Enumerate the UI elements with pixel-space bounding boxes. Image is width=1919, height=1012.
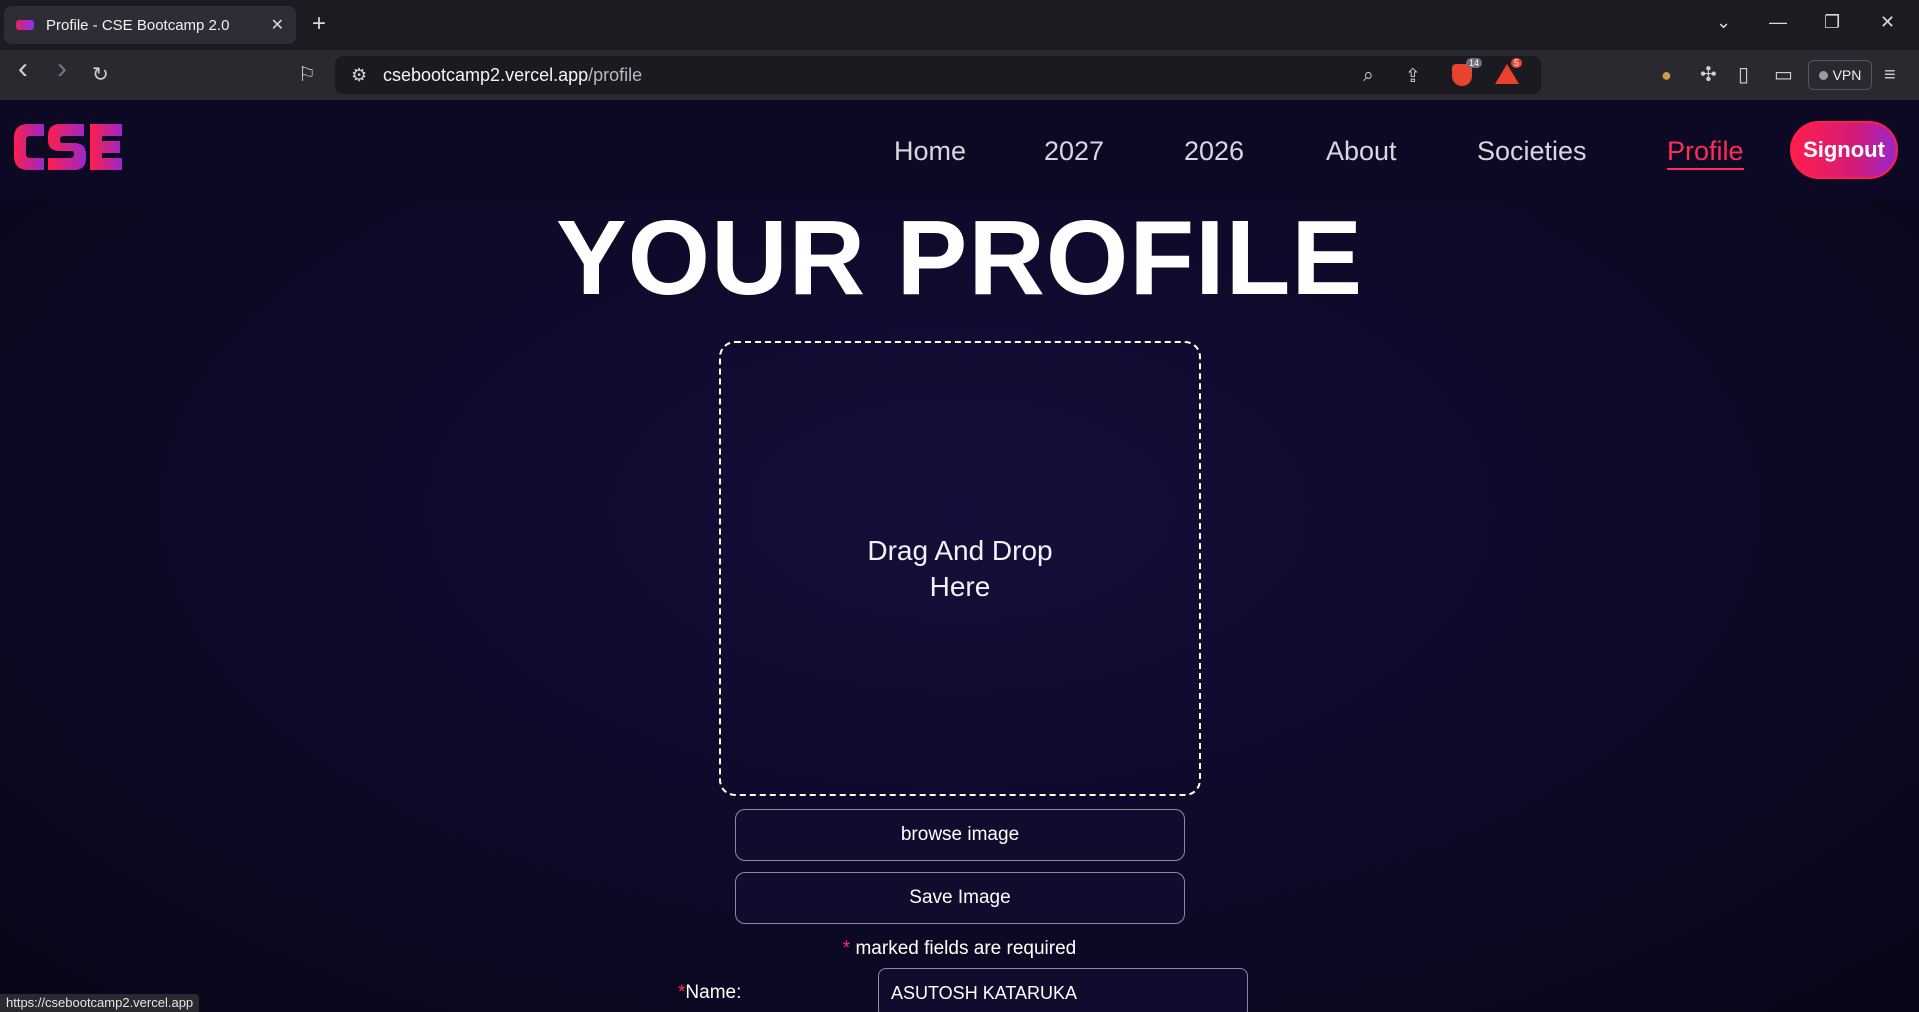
- tab-close-icon[interactable]: ✕: [271, 15, 284, 35]
- bookmark-icon[interactable]: ⚐: [298, 64, 316, 86]
- tab-list-icon[interactable]: ⌄: [1716, 12, 1731, 33]
- brave-alert-icon[interactable]: 5: [1495, 58, 1523, 84]
- brave-shield-icon[interactable]: 14: [1452, 58, 1482, 86]
- rewards-icon[interactable]: ●: [1661, 64, 1672, 86]
- save-image-button[interactable]: Save Image: [735, 872, 1185, 924]
- page-content: Home 2027 2026 About Societies Profile S…: [0, 100, 1919, 1012]
- nav-profile[interactable]: Profile: [1667, 136, 1744, 170]
- url-path: /profile: [588, 65, 643, 85]
- image-dropzone[interactable]: Drag And Drop Here: [719, 341, 1201, 796]
- nav-2027[interactable]: 2027: [1044, 136, 1104, 167]
- restore-icon[interactable]: ❐: [1824, 12, 1840, 33]
- window-close-icon[interactable]: ✕: [1880, 12, 1895, 33]
- site-navbar: Home 2027 2026 About Societies Profile S…: [0, 100, 1919, 200]
- dropzone-text: Drag And Drop Here: [867, 534, 1053, 602]
- name-field[interactable]: ASUTOSH KATARUKA: [878, 968, 1248, 1012]
- vpn-label: VPN: [1832, 67, 1862, 83]
- nav-home[interactable]: Home: [894, 136, 966, 167]
- shield-count-badge: 14: [1465, 58, 1482, 68]
- new-tab-button[interactable]: +: [312, 10, 326, 38]
- site-info-icon[interactable]: ⚙: [351, 65, 367, 86]
- back-icon[interactable]: ‹: [18, 54, 28, 84]
- menu-icon[interactable]: ≡: [1884, 64, 1896, 86]
- address-bar[interactable]: ⚙ csebootcamp2.vercel.app/profile ⌕ ⇪: [335, 56, 1541, 94]
- nav-societies[interactable]: Societies: [1477, 136, 1587, 167]
- vpn-status-icon: [1818, 70, 1828, 80]
- alert-count-badge: 5: [1511, 58, 1523, 68]
- reload-icon[interactable]: ↻: [92, 64, 109, 86]
- page-title: YOUR PROFILE: [555, 199, 1364, 317]
- required-note: * marked fields are required: [0, 938, 1919, 960]
- vpn-button[interactable]: VPN: [1808, 60, 1872, 90]
- url-host: csebootcamp2.vercel.app: [383, 65, 589, 85]
- forward-icon[interactable]: ›: [57, 54, 67, 84]
- extensions-icon[interactable]: ✣: [1700, 64, 1717, 86]
- share-icon[interactable]: ⇪: [1405, 65, 1421, 88]
- sidebar-icon[interactable]: ▯: [1738, 64, 1749, 86]
- browse-image-button[interactable]: browse image: [735, 809, 1185, 861]
- signout-button[interactable]: Signout: [1790, 121, 1898, 179]
- browser-tab[interactable]: Profile - CSE Bootcamp 2.0 ✕: [4, 6, 296, 44]
- browser-tabbar: Profile - CSE Bootcamp 2.0 ✕ + ⌄ — ❐ ✕: [0, 0, 1919, 50]
- wallet-icon[interactable]: ▭: [1774, 64, 1793, 86]
- tab-title: Profile - CSE Bootcamp 2.0: [46, 16, 230, 34]
- nav-about[interactable]: About: [1326, 136, 1397, 167]
- favicon-icon: [16, 20, 34, 30]
- required-note-text: marked fields are required: [850, 938, 1077, 959]
- cse-logo-icon[interactable]: [10, 120, 124, 174]
- nav-2026[interactable]: 2026: [1184, 136, 1244, 167]
- minimize-icon[interactable]: —: [1769, 12, 1787, 33]
- status-url-bar: https://csebootcamp2.vercel.app: [0, 994, 200, 1012]
- name-label-text: Name:: [685, 982, 742, 1003]
- zoom-icon[interactable]: ⌕: [1363, 65, 1374, 87]
- url-text[interactable]: csebootcamp2.vercel.app/profile: [383, 65, 642, 86]
- name-label: *Name:: [678, 982, 741, 1004]
